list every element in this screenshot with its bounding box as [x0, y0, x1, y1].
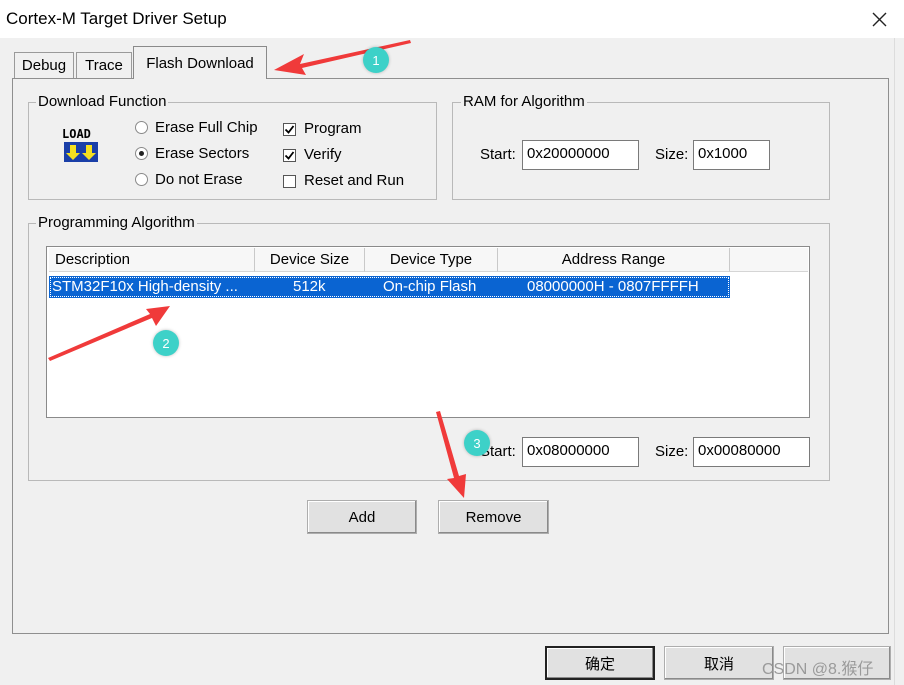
- annotation-arrows: [48, 40, 466, 498]
- arrow-3: [436, 411, 466, 498]
- watermark: CSDN @8.猴仔: [762, 661, 874, 678]
- annotation-badge-2: 2: [153, 330, 179, 356]
- arrow-1: [274, 40, 411, 75]
- annotation-badge-1: 1: [363, 47, 389, 73]
- tab-flash-download[interactable]: Flash Download: [133, 46, 267, 79]
- annotation-badge-3: 3: [464, 430, 490, 456]
- arrow-2: [48, 306, 170, 361]
